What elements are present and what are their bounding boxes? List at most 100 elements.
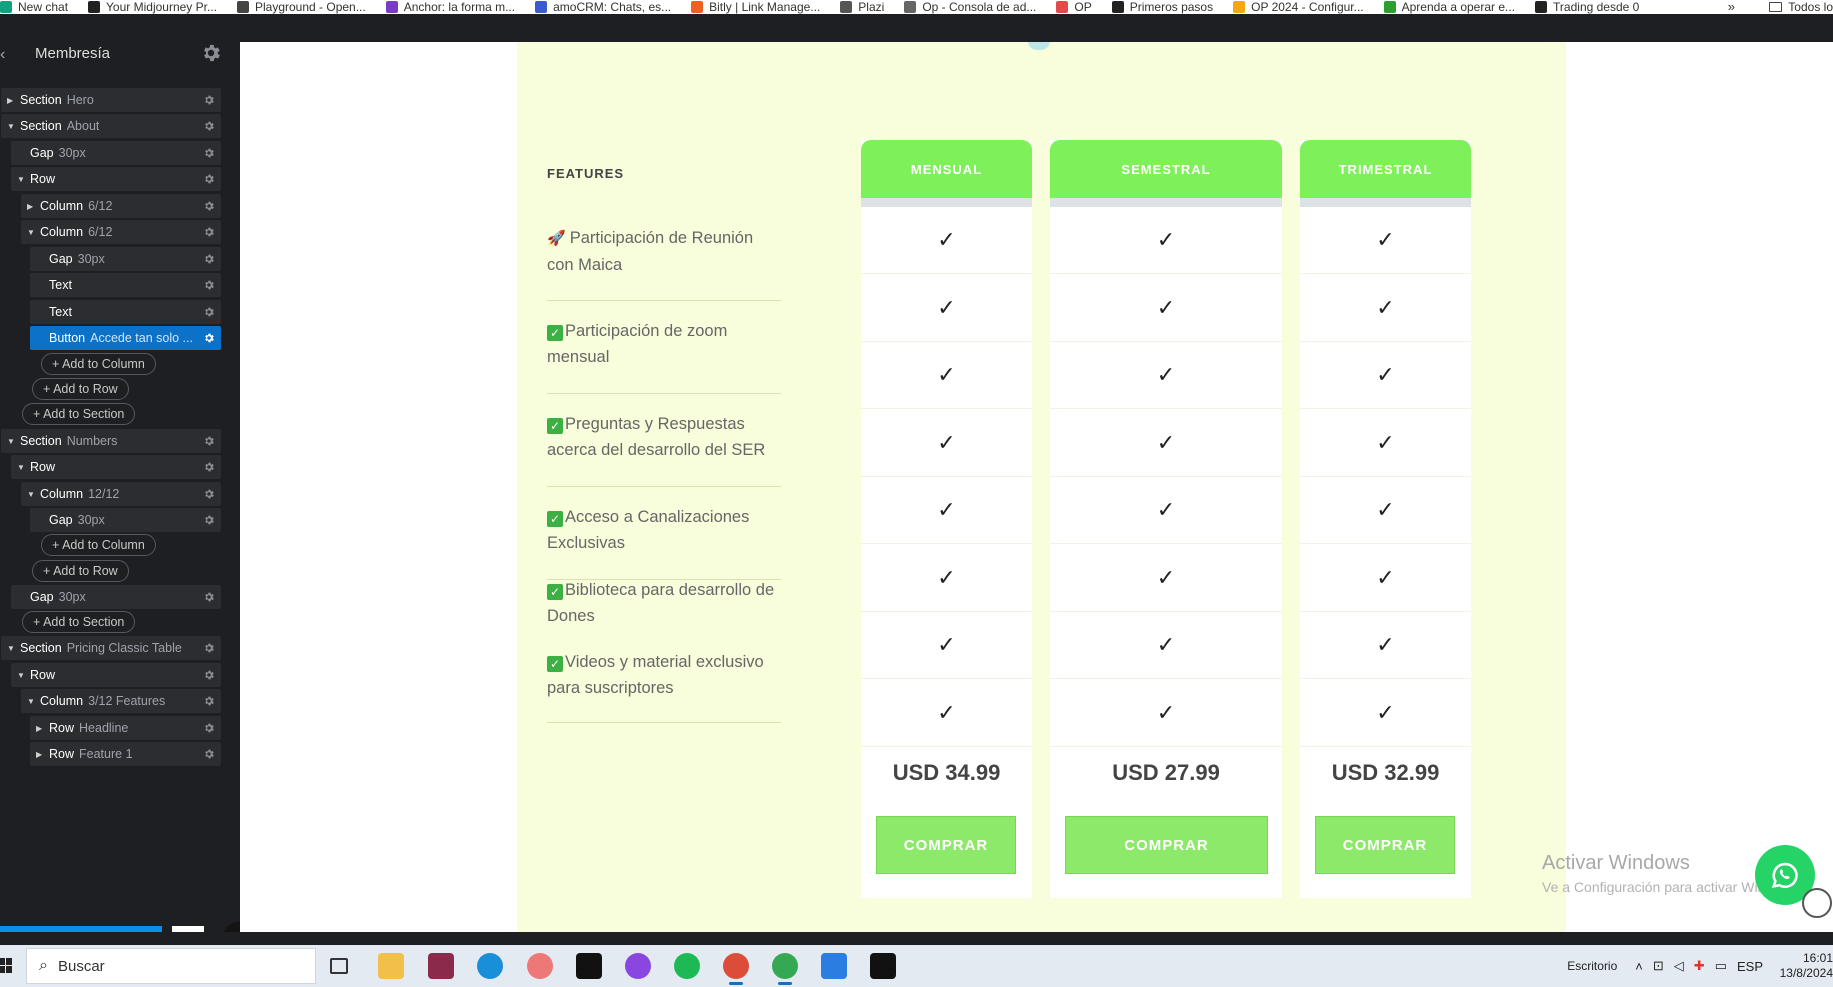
file-explorer-icon[interactable] [378, 953, 404, 979]
bookmark-item[interactable]: OP 2024 - Configur... [1233, 0, 1364, 14]
tree-item-row[interactable]: ▶ Row Headline [30, 716, 221, 740]
volume-icon[interactable]: ◁ [1674, 958, 1684, 974]
tree-item-gap[interactable]: Gap 30px [30, 508, 221, 532]
toggle-icon[interactable]: ▼ [7, 644, 15, 653]
bookmark-item[interactable]: Op - Consola de ad... [904, 0, 1036, 14]
toggle-icon[interactable]: ▼ [27, 490, 35, 499]
gear-icon[interactable] [203, 120, 215, 132]
buy-button[interactable]: COMPRAR [1065, 816, 1268, 874]
tree-item-gap[interactable]: Gap 30px [30, 247, 221, 271]
messenger-icon[interactable] [625, 953, 651, 979]
tree-item-column[interactable]: ▶ Column 6/12 [21, 194, 221, 218]
gear-icon[interactable] [203, 722, 215, 734]
bookmarks-overflow-button[interactable]: » [1728, 0, 1735, 14]
bookmark-item[interactable]: OP [1056, 0, 1092, 14]
tree-item-column[interactable]: ▼ Column 3/12 Features [21, 689, 221, 713]
tree-item-section[interactable]: ▼ Section About [1, 114, 221, 138]
add-element-button[interactable]: + Add to Column [41, 353, 156, 375]
add-element-button[interactable]: + Add to Section [22, 403, 136, 425]
scroll-to-top-button[interactable] [1802, 888, 1832, 918]
spotify-icon[interactable] [674, 953, 700, 979]
tree-item-text[interactable]: Text [30, 273, 221, 297]
bookmark-item[interactable]: Playground - Open... [236, 0, 366, 14]
gear-icon[interactable] [203, 279, 215, 291]
back-icon[interactable]: ‹ [0, 46, 5, 64]
taskbar-search-input[interactable]: ⌕ Buscar [26, 948, 316, 984]
toggle-icon[interactable]: ▼ [27, 697, 35, 706]
photos-icon[interactable] [821, 953, 847, 979]
tree-item-section[interactable]: ▶ Section Hero [1, 88, 221, 112]
toggle-icon[interactable]: ▶ [7, 96, 15, 105]
toggle-icon[interactable]: ▼ [7, 122, 15, 131]
toggle-icon[interactable]: ▼ [7, 437, 15, 446]
bookmark-item[interactable]: Plazi [840, 0, 884, 14]
toggle-icon[interactable]: ▶ [36, 724, 44, 733]
tree-item-column[interactable]: ▼ Column 12/12 [21, 482, 221, 506]
edge-icon[interactable] [477, 953, 503, 979]
task-view-icon[interactable] [330, 958, 348, 974]
section-handle[interactable] [1028, 42, 1050, 50]
gear-icon[interactable] [203, 94, 215, 106]
language-indicator[interactable]: ESP [1737, 959, 1763, 974]
gear-icon[interactable] [203, 591, 215, 603]
network-icon[interactable]: ⊡ [1653, 958, 1664, 974]
tree-item-gap[interactable]: Gap 30px [11, 141, 221, 165]
buy-button[interactable]: COMPRAR [1315, 816, 1455, 874]
gear-icon[interactable] [203, 748, 215, 760]
toggle-icon[interactable]: ▼ [17, 671, 25, 680]
capcut-2-icon[interactable] [870, 953, 896, 979]
chrome-icon[interactable] [723, 953, 749, 985]
notification-app-icon[interactable]: ✚ [1694, 958, 1705, 974]
desktop-toolbar-label[interactable]: Escritorio [1567, 959, 1617, 973]
toggle-icon[interactable]: ▼ [17, 463, 25, 472]
winrar-icon[interactable] [428, 953, 454, 979]
toggle-icon[interactable]: ▼ [17, 175, 25, 184]
windows-start-icon[interactable] [0, 956, 12, 976]
capcut-icon[interactable] [576, 953, 602, 979]
gear-icon[interactable] [203, 642, 215, 654]
toggle-icon[interactable]: ▼ [27, 228, 35, 237]
tree-item-section[interactable]: ▼ Section Numbers [1, 429, 221, 453]
bookmark-item[interactable]: Trading desde 0 [1535, 0, 1639, 14]
gear-icon[interactable] [200, 42, 222, 64]
gear-icon[interactable] [203, 147, 215, 159]
clock[interactable]: 16:01 13/8/2024 [1773, 951, 1833, 981]
add-element-button[interactable]: + Add to Row [32, 378, 129, 400]
bookmark-item[interactable]: amoCRM: Chats, es... [535, 0, 671, 14]
gear-icon[interactable] [203, 435, 215, 447]
display-icon[interactable]: ▭ [1715, 958, 1727, 974]
toggle-icon[interactable]: ▶ [36, 750, 44, 759]
tree-item-row[interactable]: ▶ Row Feature 1 [30, 742, 221, 766]
tree-item-gap[interactable]: Gap 30px [11, 585, 221, 609]
tree-item-section[interactable]: ▼ Section Pricing Classic Table [1, 636, 221, 660]
gear-icon[interactable] [203, 200, 215, 212]
bookmark-item[interactable]: New chat [0, 0, 68, 14]
gear-icon[interactable] [203, 253, 215, 265]
gear-icon[interactable] [203, 461, 215, 473]
gear-icon[interactable] [203, 332, 215, 344]
add-element-button[interactable]: + Add to Row [32, 560, 129, 582]
gear-icon[interactable] [203, 695, 215, 707]
gear-icon[interactable] [203, 173, 215, 185]
gear-icon[interactable] [203, 488, 215, 500]
tree-item-column[interactable]: ▼ Column 6/12 [21, 220, 221, 244]
bookmark-item[interactable]: Your Midjourney Pr... [88, 0, 217, 14]
tree-item-row[interactable]: ▼ Row [11, 455, 221, 479]
chevron-up-icon[interactable]: ˄ [1635, 959, 1643, 974]
buy-button[interactable]: COMPRAR [876, 816, 1016, 874]
tree-item-row[interactable]: ▼ Row [11, 663, 221, 687]
gear-icon[interactable] [203, 226, 215, 238]
gear-icon[interactable] [203, 306, 215, 318]
gear-icon[interactable] [203, 669, 215, 681]
bookmark-all-bookmarks[interactable]: Todos lo [1769, 0, 1833, 14]
tree-item-row[interactable]: ▼ Row [11, 167, 221, 191]
toggle-icon[interactable]: ▶ [27, 202, 35, 211]
chrome-profile-icon[interactable] [772, 953, 798, 985]
paint-icon[interactable] [527, 953, 553, 979]
bookmark-item[interactable]: Aprenda a operar e... [1383, 0, 1515, 14]
bookmark-item[interactable]: Bitly | Link Manage... [691, 0, 820, 14]
tree-item-button[interactable]: Button Accede tan solo ... [30, 326, 221, 350]
gear-icon[interactable] [203, 514, 215, 526]
add-element-button[interactable]: + Add to Section [22, 611, 136, 633]
tree-item-text[interactable]: Text [30, 300, 221, 324]
